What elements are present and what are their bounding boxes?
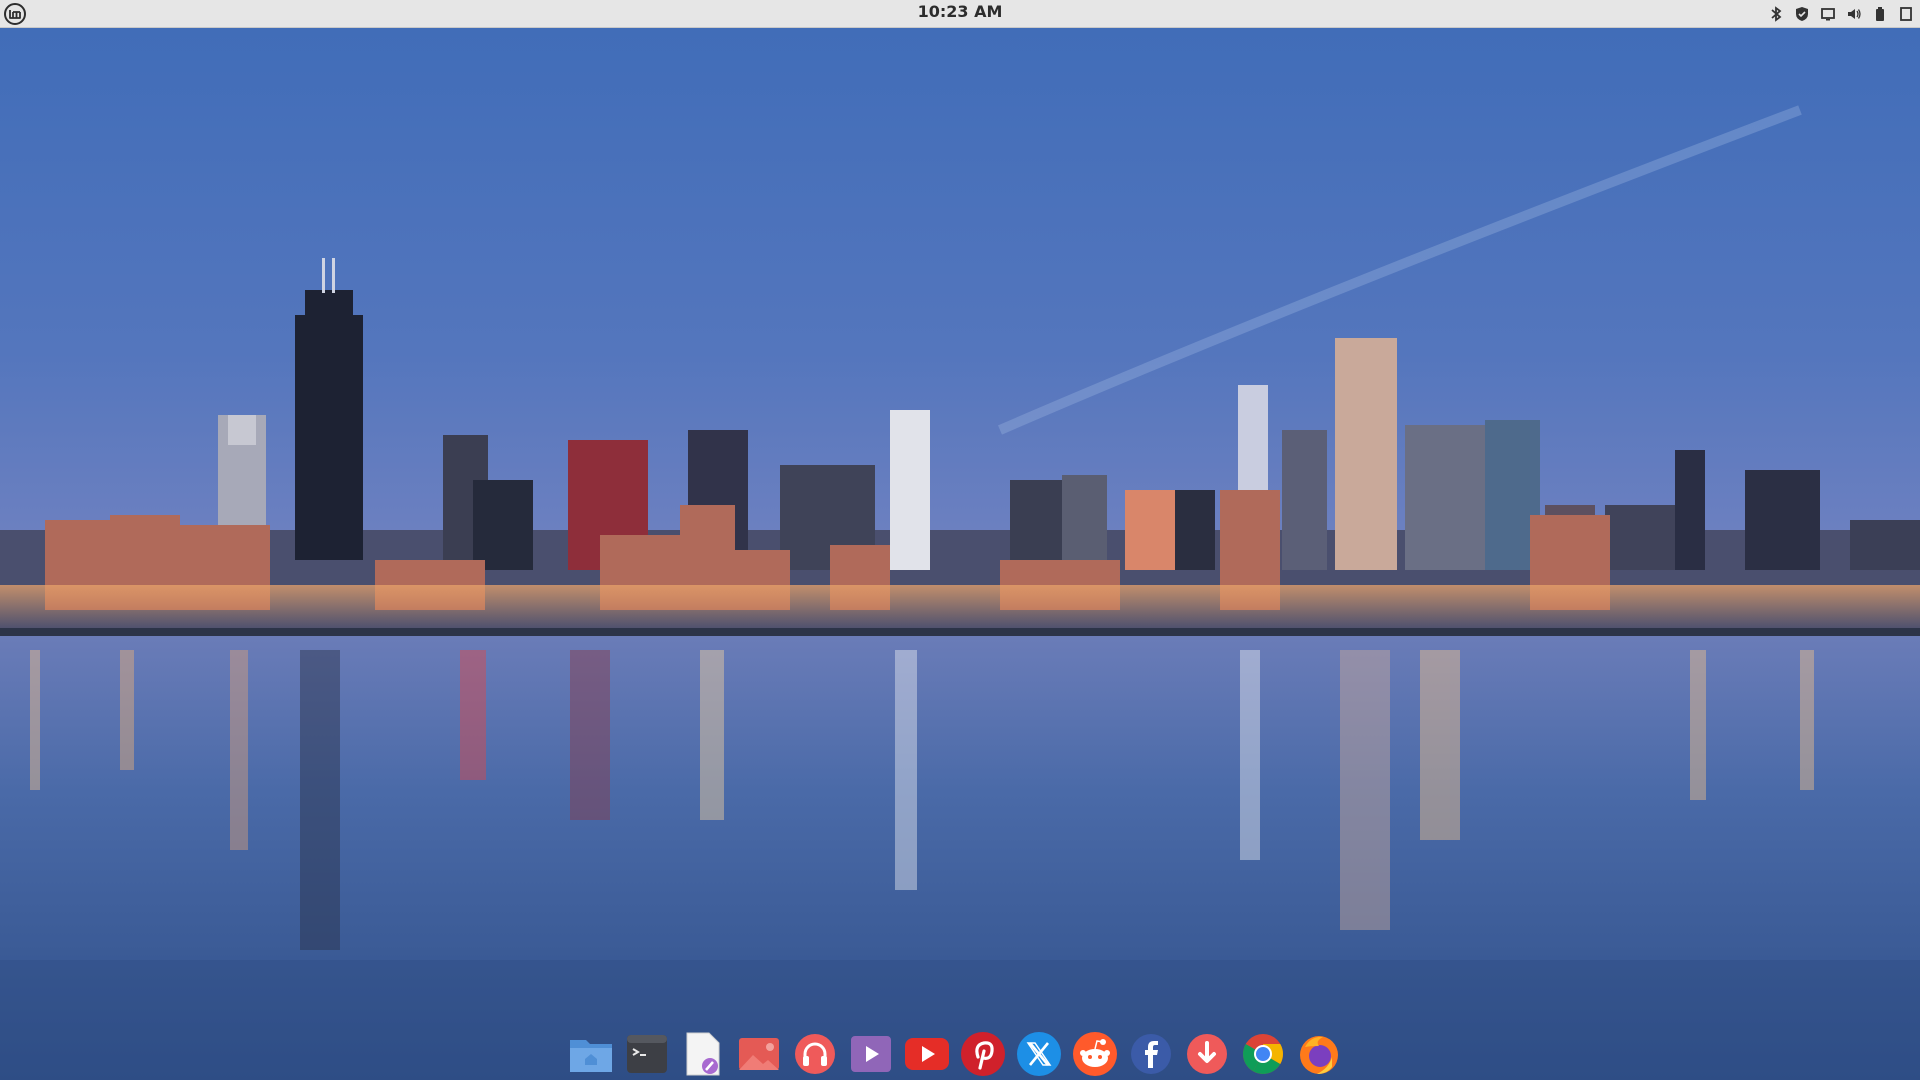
text-editor-icon[interactable] [679,1030,727,1078]
shield-icon[interactable] [1792,4,1812,24]
display-icon[interactable] [1818,4,1838,24]
top-panel: 10:23 AM [0,0,1920,28]
wallpaper [0,0,1920,1080]
battery-icon[interactable] [1870,4,1890,24]
desktop[interactable]: 10:23 AM [0,0,1920,1080]
firefox-icon[interactable] [1295,1030,1343,1078]
photo-viewer-icon[interactable] [735,1030,783,1078]
download-manager-icon[interactable] [1183,1030,1231,1078]
clock[interactable]: 10:23 AM [0,0,1920,27]
chrome-icon[interactable] [1239,1030,1287,1078]
pinterest-icon[interactable] [959,1030,1007,1078]
bluetooth-icon[interactable] [1766,4,1786,24]
facebook-icon[interactable] [1127,1030,1175,1078]
video-player-icon[interactable] [847,1030,895,1078]
terminal-icon[interactable] [623,1030,671,1078]
files-icon[interactable] [567,1030,615,1078]
x-twitter-icon[interactable] [1015,1030,1063,1078]
show-desktop-icon[interactable] [1896,4,1916,24]
reddit-icon[interactable] [1071,1030,1119,1078]
music-player-icon[interactable] [791,1030,839,1078]
youtube-icon[interactable] [903,1030,951,1078]
system-tray [1766,3,1916,25]
dock [567,1030,1343,1078]
volume-icon[interactable] [1844,4,1864,24]
